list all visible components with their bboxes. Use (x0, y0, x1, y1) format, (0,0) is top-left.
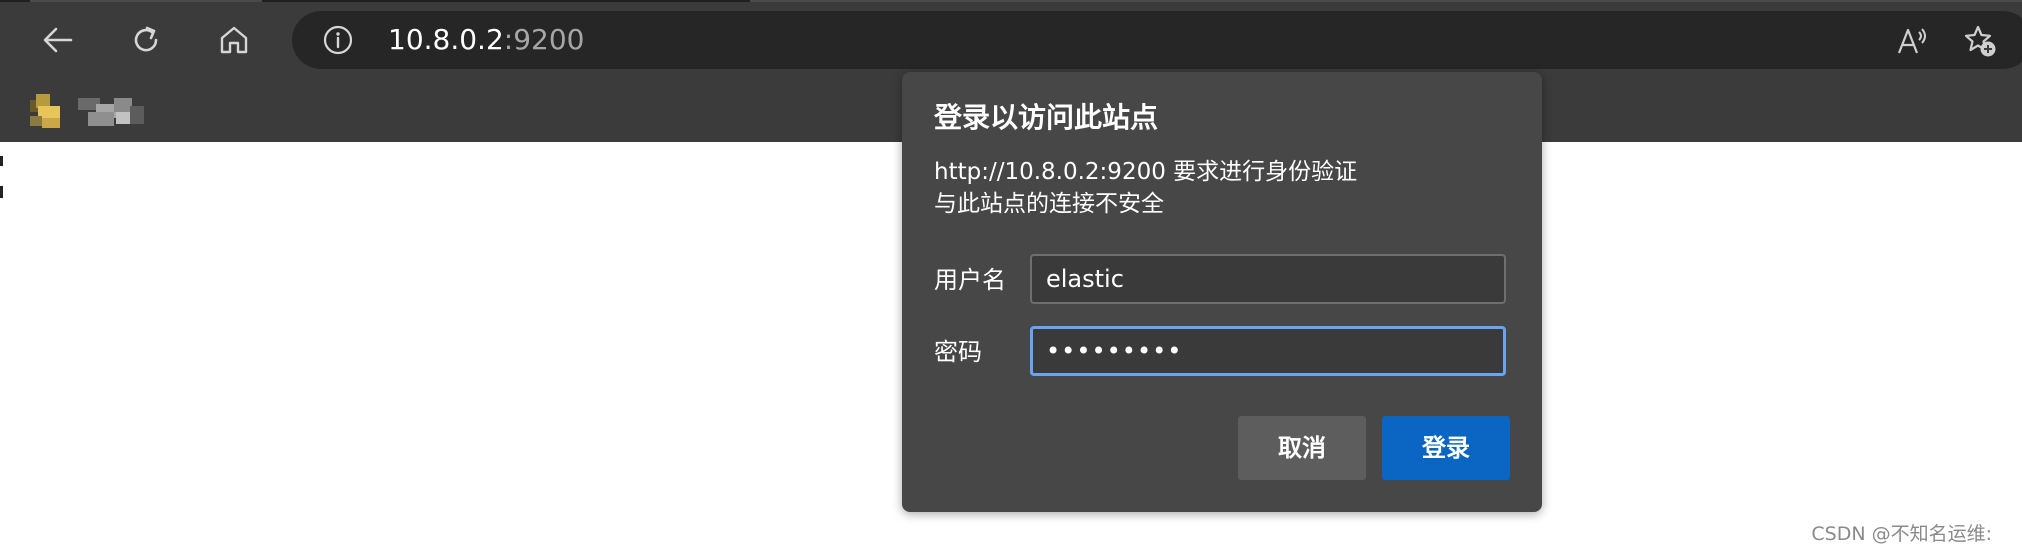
edge-artifact (0, 186, 3, 198)
watermark: CSDN @不知名运维: (1811, 523, 1992, 545)
browser-toolbar: 10.8.0.2:9200 (0, 0, 2022, 80)
add-favorite-icon[interactable] (1962, 23, 1998, 59)
url-port: :9200 (503, 23, 585, 56)
username-input[interactable]: elastic (1030, 254, 1506, 304)
dialog-message-insecure: 与此站点的连接不安全 (934, 191, 1164, 217)
password-input[interactable]: ••••••••• (1030, 326, 1506, 376)
cancel-button[interactable]: 取消 (1238, 416, 1366, 480)
back-arrow-icon (43, 27, 73, 53)
login-button[interactable]: 登录 (1382, 416, 1510, 480)
tab-edge (750, 0, 2022, 2)
dialog-title: 登录以访问此站点 (934, 101, 1159, 134)
read-aloud-icon[interactable] (1894, 23, 1930, 59)
back-button[interactable] (34, 16, 82, 64)
address-bar[interactable]: 10.8.0.2:9200 (292, 11, 2022, 69)
dialog-message-url: http://10.8.0.2:9200 要求进行身份验证 (934, 159, 1358, 185)
tab-strip-edge (0, 0, 2022, 2)
password-label: 密码 (934, 338, 982, 366)
home-icon (220, 26, 248, 54)
auth-dialog: 登录以访问此站点 http://10.8.0.2:9200 要求进行身份验证 与… (902, 72, 1542, 512)
info-icon[interactable] (322, 24, 354, 56)
tab-edge (30, 0, 262, 2)
refresh-button[interactable] (122, 16, 170, 64)
edge-artifact (0, 156, 3, 166)
username-label: 用户名 (934, 266, 1006, 294)
url-text[interactable]: 10.8.0.2:9200 (388, 11, 584, 69)
favorite-item-blurred[interactable] (30, 94, 152, 130)
home-button[interactable] (210, 16, 258, 64)
url-host: 10.8.0.2 (388, 23, 504, 56)
refresh-icon (134, 26, 158, 52)
